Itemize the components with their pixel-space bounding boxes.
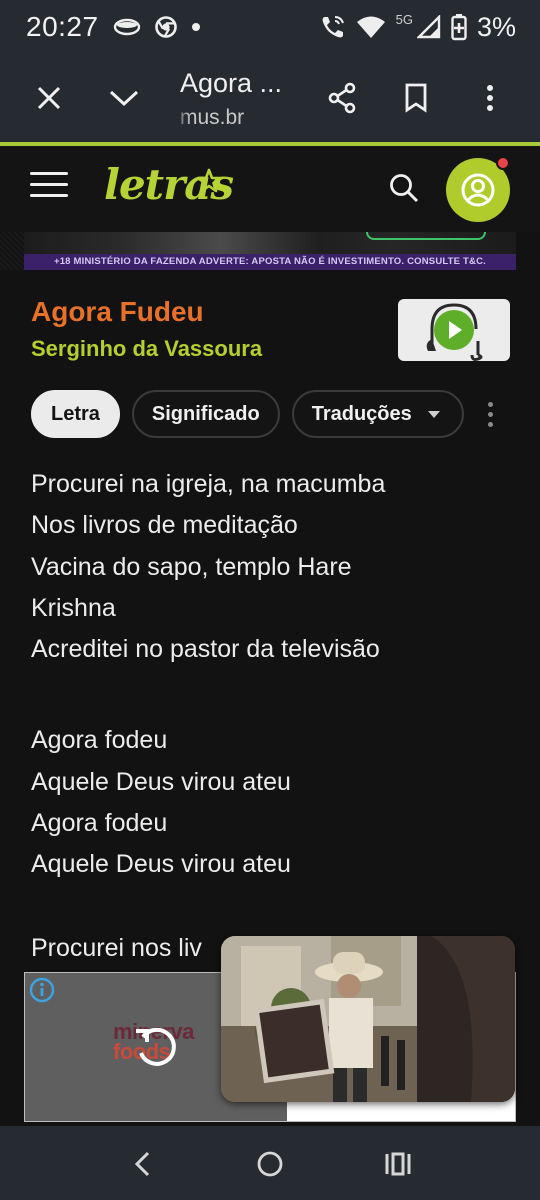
logo-star-icon bbox=[196, 168, 222, 193]
home-button[interactable] bbox=[250, 1144, 290, 1184]
chrome-notification-icon bbox=[154, 16, 177, 38]
tab-label: Significado bbox=[151, 402, 260, 425]
song-tabs: Letra Significado Traduções bbox=[31, 390, 464, 440]
ad-disclaimer: +18 MINISTÉRIO DA FAZENDA ADVERTE: APOST… bbox=[53, 256, 487, 267]
bookmark-icon bbox=[405, 83, 427, 113]
system-nav-bar bbox=[0, 1126, 540, 1200]
bookmark-button[interactable] bbox=[394, 76, 438, 120]
wifi-calling-icon bbox=[322, 16, 344, 38]
close-tab-button[interactable] bbox=[27, 76, 71, 120]
browser-toolbar: Agora ... mus.br bbox=[0, 54, 540, 142]
lyric-line: Krishna bbox=[31, 593, 116, 622]
recents-icon bbox=[385, 1152, 411, 1176]
notification-dot bbox=[496, 156, 510, 170]
song-title: Agora Fudeu bbox=[31, 296, 204, 327]
headphones-play-icon bbox=[426, 303, 483, 361]
url-fade bbox=[170, 104, 192, 132]
more-vert-icon bbox=[487, 402, 493, 407]
network-type: 5G bbox=[395, 11, 413, 27]
stanza-gap bbox=[31, 670, 511, 720]
share-icon bbox=[328, 82, 356, 114]
dot-notification-icon bbox=[191, 23, 200, 31]
account-icon bbox=[461, 173, 495, 207]
site-header: letras bbox=[0, 146, 540, 232]
lyric-line: Agora fodeu bbox=[31, 726, 168, 755]
video-frame bbox=[221, 936, 515, 1102]
more-vert-icon bbox=[487, 85, 493, 111]
back-icon bbox=[134, 1151, 150, 1177]
close-icon bbox=[37, 86, 61, 110]
browser-menu-button[interactable] bbox=[468, 76, 512, 120]
lyric-line: Procurei na igreja, na macumba bbox=[31, 470, 386, 498]
ad-side-pattern bbox=[0, 232, 24, 270]
video-player[interactable] bbox=[221, 936, 515, 1102]
ad-banner-button bbox=[366, 232, 486, 240]
tab-significado[interactable]: Significado bbox=[131, 390, 280, 438]
battery-icon bbox=[451, 14, 467, 41]
wifi-icon bbox=[356, 16, 385, 38]
signal-icon bbox=[416, 15, 441, 39]
lyric-line: Acreditei no pastor da televisão bbox=[31, 635, 380, 664]
lyric-line-partial: Procurei nos liv bbox=[31, 934, 202, 962]
menu-button[interactable] bbox=[30, 172, 68, 206]
tab-label: Traduções bbox=[311, 402, 412, 425]
lyric-line: Aquele Deus virou ateu bbox=[31, 850, 291, 879]
status-right-icons: 5G 3% bbox=[320, 0, 516, 54]
minimize-tab-button[interactable] bbox=[102, 76, 146, 120]
status-bar: 20:27 5G 3% bbox=[0, 0, 540, 54]
tab-traducoes[interactable]: Traduções bbox=[291, 390, 464, 438]
tab-letra[interactable]: Letra bbox=[31, 390, 120, 438]
lyric-line: Aquele Deus virou ateu bbox=[31, 767, 291, 796]
more-options-button[interactable] bbox=[480, 402, 500, 430]
lyrics: Procurei na igreja, na macumba Nos livro… bbox=[31, 464, 511, 886]
lyric-line: Agora fodeu bbox=[31, 809, 168, 838]
home-icon bbox=[257, 1151, 283, 1177]
page-title: Agora ... bbox=[180, 68, 283, 98]
share-button[interactable] bbox=[320, 76, 364, 120]
caret-down-icon bbox=[427, 410, 440, 418]
hamburger-icon bbox=[30, 172, 68, 175]
play-song-button[interactable] bbox=[398, 299, 510, 361]
recents-button[interactable] bbox=[378, 1144, 418, 1184]
status-time: 20:27 bbox=[26, 11, 99, 42]
search-icon bbox=[390, 174, 419, 203]
status-left-icons bbox=[113, 16, 201, 38]
top-ad-banner[interactable]: +18 MINISTÉRIO DA FAZENDA ADVERTE: APOST… bbox=[24, 232, 516, 270]
info-icon[interactable] bbox=[29, 977, 55, 1003]
chevron-down-icon bbox=[109, 90, 139, 107]
lyric-line: Vacina do sapo, templo Hare bbox=[31, 552, 352, 581]
lyric-line: Nos livros de meditação bbox=[31, 511, 298, 540]
back-button[interactable] bbox=[122, 1144, 162, 1184]
replay-icon[interactable] bbox=[133, 1023, 179, 1069]
artist-link[interactable]: Serginho da Vassoura bbox=[31, 336, 262, 362]
eye-notification-icon bbox=[113, 18, 140, 36]
tab-label: Letra bbox=[51, 402, 100, 425]
search-button[interactable] bbox=[388, 172, 424, 208]
battery-percent: 3% bbox=[476, 11, 516, 42]
